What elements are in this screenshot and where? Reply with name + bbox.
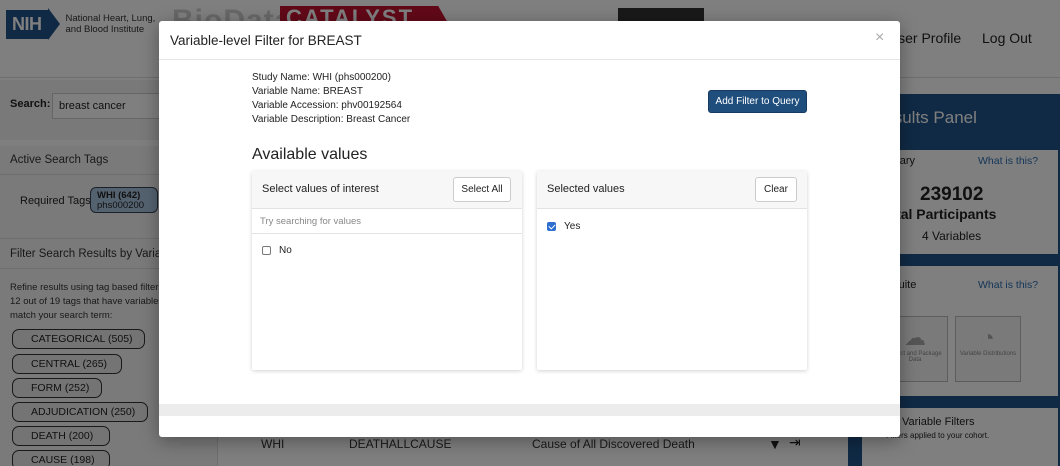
checkbox[interactable] <box>262 246 271 255</box>
modal-title: Variable-level Filter for BREAST <box>170 33 362 48</box>
variable-description: Variable Description: Breast Cancer <box>252 114 411 125</box>
card-title: Select values of interest <box>262 183 379 195</box>
available-values-title: Available values <box>252 146 368 163</box>
modal-header: Variable-level Filter for BREAST × <box>159 21 900 60</box>
value-search-input[interactable] <box>252 209 522 234</box>
select-all-button[interactable]: Select All <box>453 177 511 202</box>
option-yes[interactable]: Yes <box>547 221 580 232</box>
card-header: Selected values Clear <box>537 171 807 209</box>
variable-info: Study Name: WHI (phs000200) Variable Nam… <box>252 71 410 127</box>
modal-footer <box>159 404 900 416</box>
study-name: Study Name: WHI (phs000200) <box>252 72 391 83</box>
option-label: Yes <box>564 221 581 232</box>
card-header: Select values of interest Select All <box>252 171 522 209</box>
values-of-interest-card: Select values of interest Select All No <box>252 171 522 370</box>
variable-filter-modal: Variable-level Filter for BREAST × Study… <box>159 21 900 437</box>
option-no[interactable]: No <box>262 245 292 256</box>
checkbox-checked[interactable] <box>547 222 556 231</box>
option-label: No <box>279 245 292 256</box>
selected-values-card: Selected values Clear Yes <box>537 171 807 370</box>
variable-name: Variable Name: BREAST <box>252 86 363 97</box>
add-filter-button[interactable]: Add Filter to Query <box>708 90 807 113</box>
card-title: Selected values <box>547 183 625 195</box>
clear-button[interactable]: Clear <box>755 177 797 202</box>
variable-accession: Variable Accession: phv00192564 <box>252 100 402 111</box>
close-icon[interactable]: × <box>875 29 884 47</box>
